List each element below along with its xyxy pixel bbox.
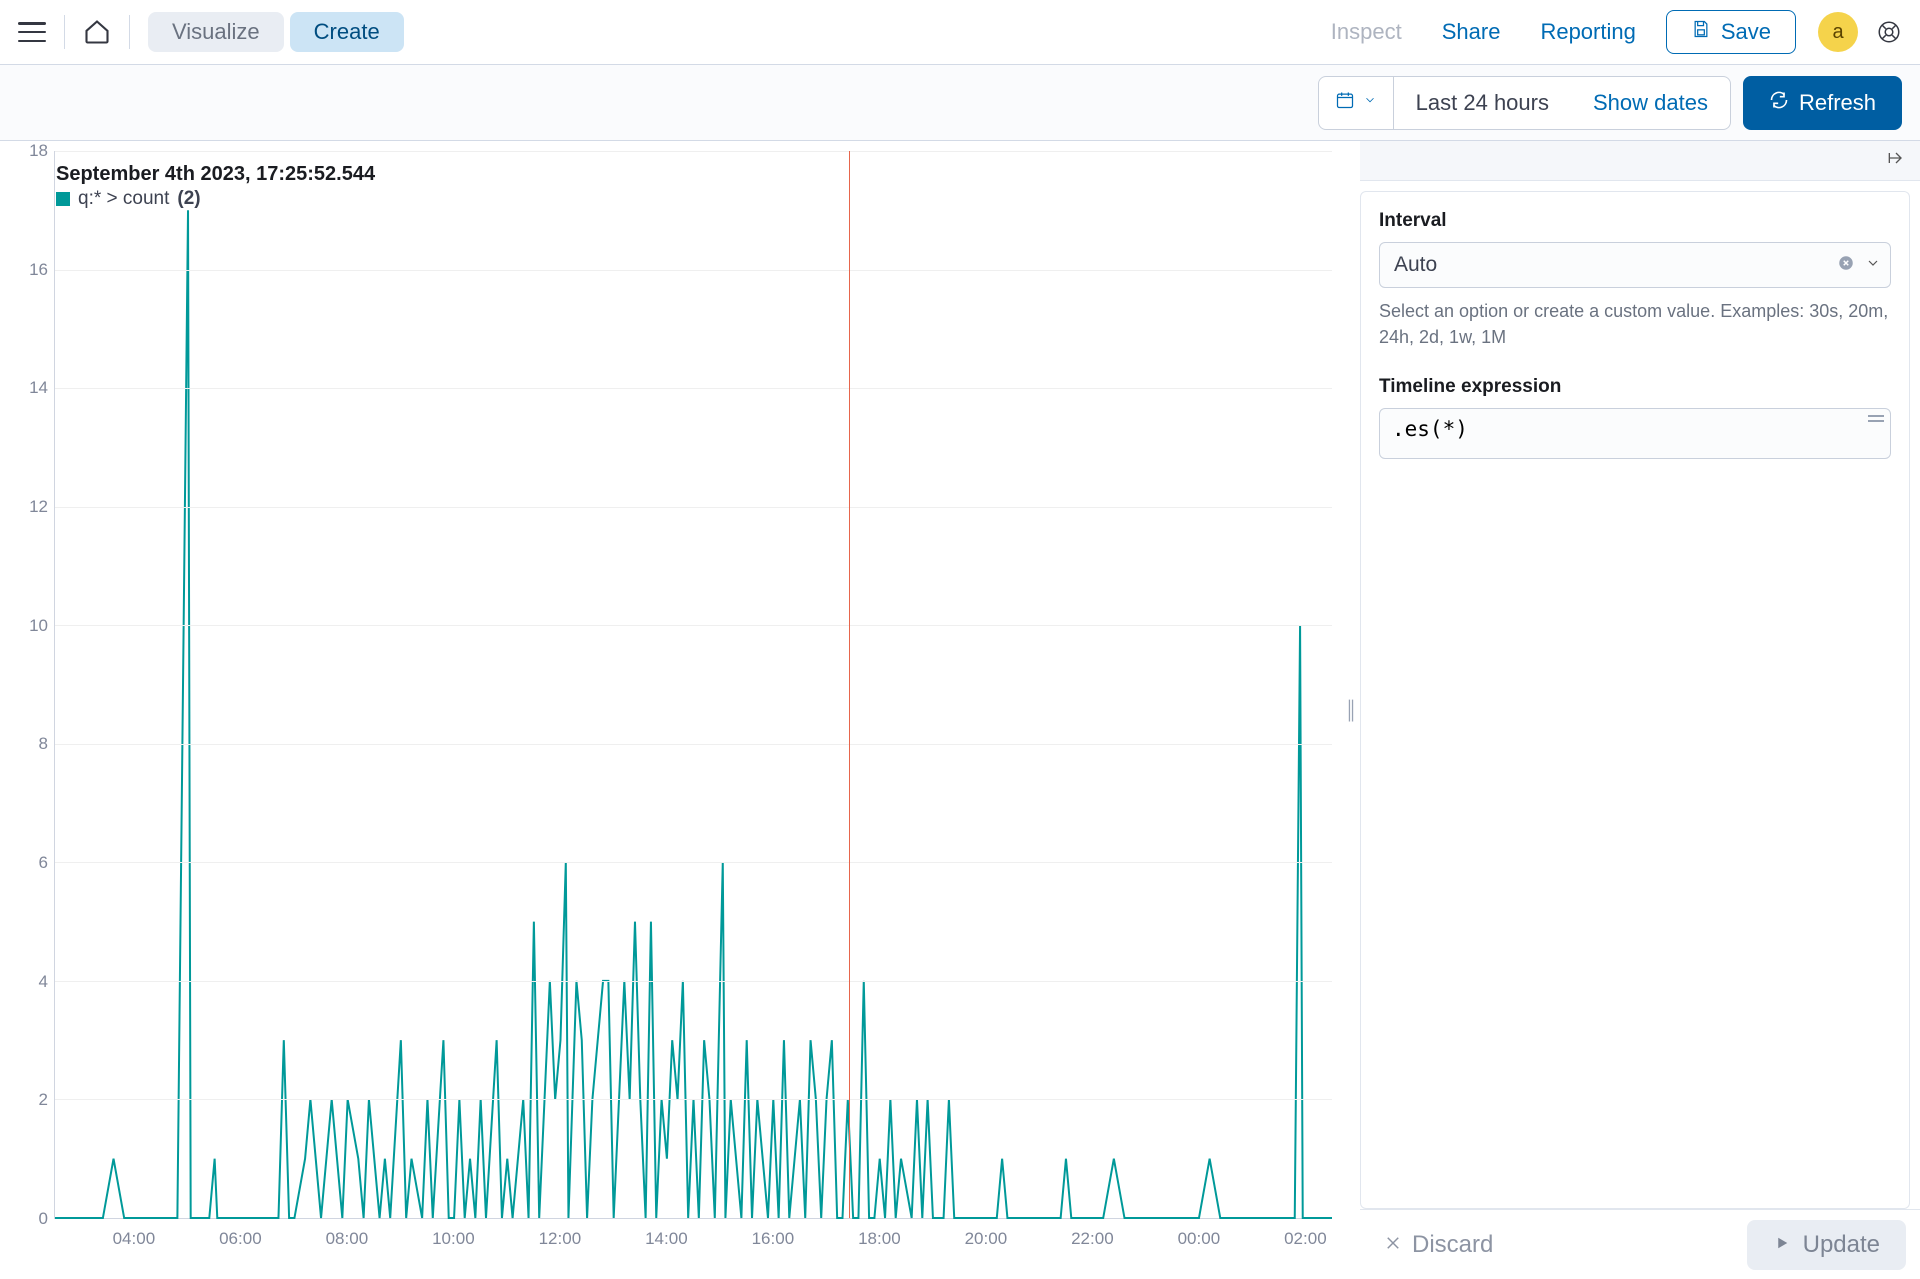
interval-label: Interval: [1379, 210, 1891, 232]
y-tick: 10: [29, 616, 48, 636]
expression-input[interactable]: [1380, 409, 1890, 453]
y-axis: 024681012141618: [20, 151, 54, 1219]
y-tick: 8: [39, 734, 48, 754]
x-tick: 12:00: [539, 1229, 582, 1249]
save-button[interactable]: Save: [1666, 10, 1796, 54]
interval-input[interactable]: [1379, 242, 1891, 288]
date-quick-select[interactable]: [1319, 77, 1394, 129]
x-tick: 20:00: [965, 1229, 1008, 1249]
clear-icon[interactable]: [1837, 254, 1855, 277]
gridline: [55, 388, 1332, 389]
save-button-label: Save: [1721, 19, 1771, 45]
refresh-button[interactable]: Refresh: [1743, 76, 1902, 130]
reporting-link[interactable]: Reporting: [1520, 19, 1655, 45]
query-bar: Last 24 hours Show dates Refresh: [0, 65, 1920, 141]
gridline: [55, 270, 1332, 271]
x-axis: 04:00 06:00 08:00 10:00 12:00 14:00 16:00 18:00…: [54, 1219, 1332, 1269]
chart[interactable]: September 4th 2023, 17:25:52.544 q:* > c…: [20, 151, 1332, 1269]
y-tick: 0: [39, 1209, 48, 1229]
main-split: September 4th 2023, 17:25:52.544 q:* > c…: [0, 141, 1920, 1279]
inspect-link: Inspect: [1311, 19, 1422, 45]
plot-area[interactable]: [54, 151, 1332, 1219]
editor-pane: Interval Select an option or create a cu…: [1360, 141, 1920, 1279]
gridline: [55, 981, 1332, 982]
editor-footer: Discard Update: [1360, 1209, 1920, 1279]
chart-pane: September 4th 2023, 17:25:52.544 q:* > c…: [0, 141, 1342, 1279]
tooltip-series-label: q:* > count: [78, 188, 169, 210]
x-tick: 14:00: [645, 1229, 688, 1249]
divider: [129, 15, 130, 49]
gridline: [55, 744, 1332, 745]
collapse-icon[interactable]: [1886, 148, 1906, 173]
x-tick: 04:00: [113, 1229, 156, 1249]
calendar-icon: [1335, 90, 1355, 115]
x-tick: 16:00: [752, 1229, 795, 1249]
update-button: Update: [1747, 1220, 1906, 1270]
app-bar: Visualize Create Inspect Share Reporting…: [0, 0, 1920, 65]
mode-tabs: Visualize Create: [148, 12, 404, 52]
grip-icon: ║: [1345, 700, 1358, 721]
gridline: [55, 507, 1332, 508]
interval-help: Select an option or create a custom valu…: [1379, 298, 1891, 350]
tab-visualize[interactable]: Visualize: [148, 12, 284, 52]
series-swatch: [56, 192, 70, 206]
editor-topstrip: [1360, 141, 1920, 181]
save-icon: [1691, 19, 1711, 45]
tooltip-series: q:* > count (2): [56, 188, 375, 210]
chevron-down-icon: [1363, 93, 1377, 112]
date-range-label[interactable]: Last 24 hours: [1394, 90, 1571, 116]
menu-icon[interactable]: [18, 18, 46, 46]
x-tick: 10:00: [432, 1229, 475, 1249]
crosshair: [849, 151, 850, 1218]
chart-tooltip: September 4th 2023, 17:25:52.544 q:* > c…: [56, 163, 375, 210]
y-tick: 6: [39, 853, 48, 873]
y-tick: 16: [29, 260, 48, 280]
y-tick: 12: [29, 497, 48, 517]
pane-resizer[interactable]: ║: [1342, 141, 1360, 1279]
x-tick: 18:00: [858, 1229, 901, 1249]
refresh-icon: [1769, 90, 1789, 116]
discard-button: Discard: [1384, 1231, 1493, 1259]
discard-label: Discard: [1412, 1231, 1493, 1259]
series-line: [55, 210, 1332, 1218]
gridline: [55, 862, 1332, 863]
tooltip-time: September 4th 2023, 17:25:52.544: [56, 163, 375, 186]
expression-label: Timeline expression: [1379, 376, 1891, 398]
x-tick: 08:00: [326, 1229, 369, 1249]
avatar[interactable]: a: [1818, 12, 1858, 52]
textarea-resize-grip[interactable]: [1868, 415, 1884, 425]
help-icon[interactable]: [1876, 19, 1902, 45]
x-tick: 02:00: [1284, 1229, 1327, 1249]
x-tick: 06:00: [219, 1229, 262, 1249]
x-tick: 00:00: [1178, 1229, 1221, 1249]
share-link[interactable]: Share: [1422, 19, 1521, 45]
update-label: Update: [1803, 1231, 1880, 1259]
y-tick: 4: [39, 972, 48, 992]
chevron-down-icon[interactable]: [1865, 255, 1881, 276]
tab-create[interactable]: Create: [290, 12, 404, 52]
play-icon: [1773, 1231, 1791, 1259]
divider: [64, 15, 65, 49]
date-picker: Last 24 hours Show dates: [1318, 76, 1731, 130]
tooltip-series-value: (2): [177, 188, 200, 210]
gridline: [55, 1099, 1332, 1100]
y-tick: 18: [29, 141, 48, 161]
y-tick: 14: [29, 378, 48, 398]
gridline: [55, 625, 1332, 626]
editor-body: Interval Select an option or create a cu…: [1360, 191, 1910, 1209]
refresh-button-label: Refresh: [1799, 90, 1876, 116]
home-icon[interactable]: [83, 18, 111, 46]
gridline: [55, 151, 1332, 152]
close-icon: [1384, 1231, 1402, 1259]
show-dates-link[interactable]: Show dates: [1571, 90, 1730, 116]
x-tick: 22:00: [1071, 1229, 1114, 1249]
y-tick: 2: [39, 1090, 48, 1110]
